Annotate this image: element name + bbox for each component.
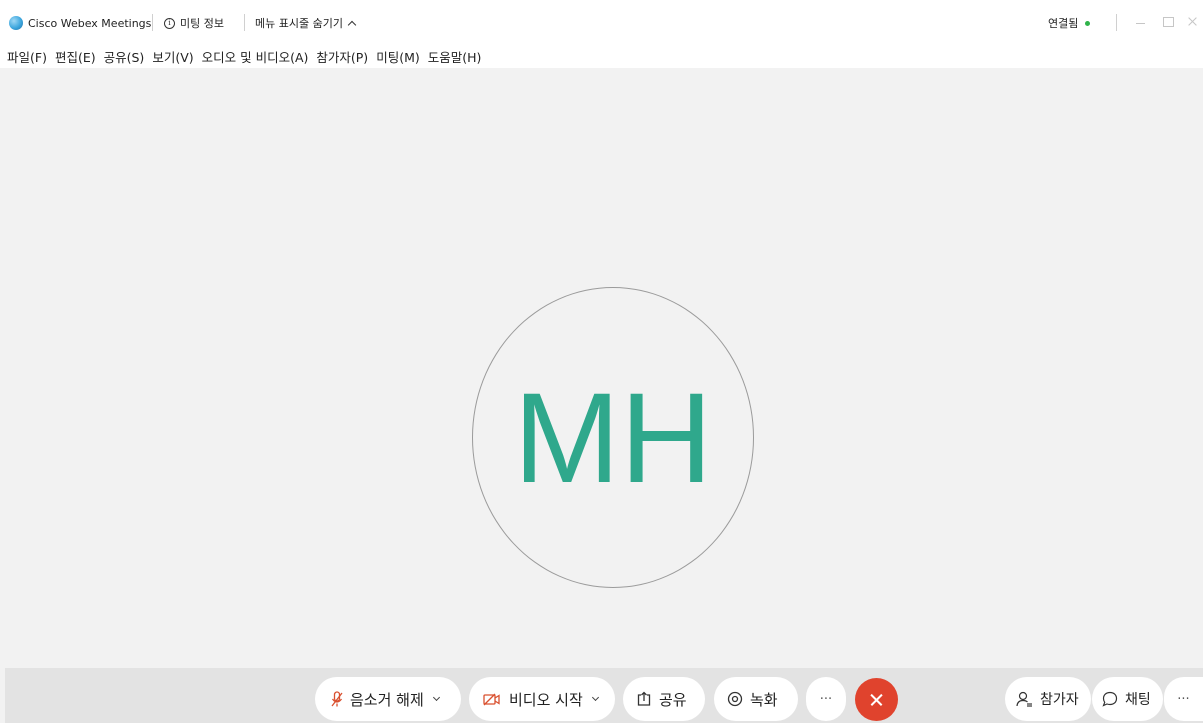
chat-label: 채팅 <box>1125 692 1151 708</box>
hide-menu-label: 메뉴 표시줄 숨기기 <box>255 17 343 30</box>
connection-status-label: 연결됨 <box>1048 17 1079 30</box>
title-separator <box>244 14 245 31</box>
leave-meeting-button[interactable] <box>855 678 898 721</box>
menu-file[interactable]: 파일(F) <box>7 47 47 66</box>
video-off-icon <box>483 693 500 705</box>
menu-edit[interactable]: 편집(E) <box>55 47 96 66</box>
menu-bar: 파일(F) 편집(E) 공유(S) 보기(V) 오디오 및 비디오(A) 참가자… <box>0 44 1203 68</box>
title-bar: Cisco Webex Meetings i 미팅 정보 메뉴 표시줄 숨기기 … <box>0 0 1203 44</box>
menu-audio-video[interactable]: 오디오 및 비디오(A) <box>202 47 309 66</box>
record-icon <box>727 691 743 707</box>
unmute-button[interactable]: 음소거 해제 <box>315 677 461 721</box>
connection-status: 연결됨 <box>1048 14 1091 32</box>
participants-button[interactable]: 참가자 <box>1005 677 1091 721</box>
webex-logo-icon <box>9 16 23 30</box>
chat-icon <box>1102 691 1118 707</box>
more-panels-icon: ··· <box>1177 691 1190 707</box>
info-icon: i <box>164 17 175 29</box>
hide-menu-bar-button[interactable]: 메뉴 표시줄 숨기기 <box>255 14 357 32</box>
more-options-icon: ··· <box>819 691 833 707</box>
title-separator <box>1116 14 1117 31</box>
more-panels-button[interactable]: ··· <box>1164 677 1203 721</box>
menu-participants[interactable]: 참가자(P) <box>316 47 368 66</box>
share-label: 공유 <box>659 690 687 709</box>
maximize-button[interactable] <box>1158 12 1178 32</box>
video-stage: MH <box>5 68 1198 668</box>
start-video-label: 비디오 시작 <box>509 690 583 709</box>
app-title: Cisco Webex Meetings <box>9 14 151 32</box>
participants-icon <box>1016 691 1032 707</box>
chevron-down-icon[interactable] <box>432 693 440 702</box>
participants-label: 참가자 <box>1040 692 1079 708</box>
menu-meeting[interactable]: 미팅(M) <box>376 47 420 66</box>
unmute-label: 음소거 해제 <box>350 690 424 709</box>
share-button[interactable]: 공유 <box>623 677 705 721</box>
more-options-button[interactable]: ··· <box>806 677 846 721</box>
share-icon <box>637 691 651 706</box>
record-button[interactable]: 녹화 <box>714 677 798 721</box>
muted-microphone-icon <box>331 690 343 706</box>
close-window-button[interactable] <box>1183 12 1203 32</box>
chat-button[interactable]: 채팅 <box>1092 677 1163 721</box>
meeting-info-label: 미팅 정보 <box>180 17 224 30</box>
record-label: 녹화 <box>750 690 778 709</box>
meeting-info-button[interactable]: i 미팅 정보 <box>164 14 224 32</box>
participant-avatar: MH <box>472 287 754 588</box>
menu-view[interactable]: 보기(V) <box>152 47 193 66</box>
menu-help[interactable]: 도움말(H) <box>428 47 482 66</box>
start-video-button[interactable]: 비디오 시작 <box>469 677 615 721</box>
chevron-down-icon[interactable] <box>591 693 599 702</box>
minimize-button[interactable] <box>1131 12 1151 32</box>
menu-share[interactable]: 공유(S) <box>104 47 145 66</box>
chevron-up-icon <box>347 20 357 30</box>
avatar-initials: MH <box>513 366 713 510</box>
title-separator <box>152 14 153 31</box>
app-name: Cisco Webex Meetings <box>28 16 152 30</box>
status-dot-icon <box>1085 20 1091 26</box>
